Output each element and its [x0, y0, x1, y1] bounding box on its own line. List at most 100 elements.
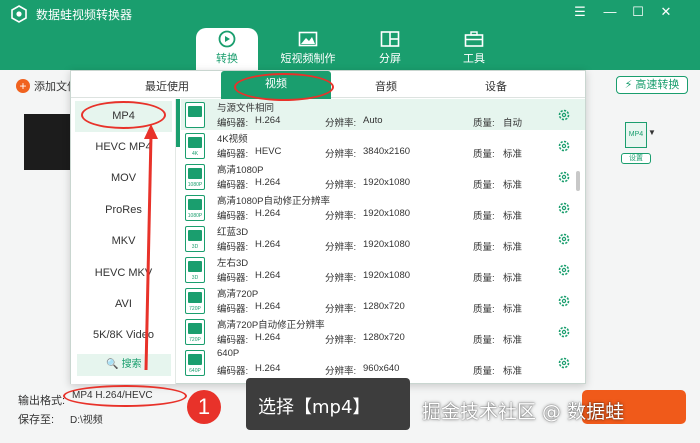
preset-name: 高清720P: [217, 289, 259, 300]
format-item-5k-8k-video[interactable]: 5K/8K Video: [75, 320, 172, 351]
format-search-button[interactable]: 🔍 搜索: [77, 354, 171, 376]
add-file-button[interactable]: + 添加文件: [16, 78, 78, 94]
format-settings-button[interactable]: 设置: [621, 153, 651, 164]
preset-row[interactable]: 4K 4K视频 编码器: HEVC 分辨率: 3840x2160 质量: 标准: [181, 130, 585, 161]
save-path-field[interactable]: D:\视频: [70, 411, 103, 426]
format-item-hevc-mkv[interactable]: HEVC MKV: [75, 258, 172, 289]
format-item-avi[interactable]: AVI: [75, 289, 172, 320]
nav-tab-label: 转换: [216, 53, 238, 65]
resolution-label: 分辨率:: [325, 149, 357, 160]
plus-icon: +: [16, 79, 30, 93]
tab-audio[interactable]: 音频: [375, 78, 397, 94]
quality-label: 质量:: [473, 273, 495, 284]
format-item-mkv[interactable]: MKV: [75, 226, 172, 257]
preset-row[interactable]: 640P 640P 编码器: H.264 分辨率: 960x640 质量: 标准: [181, 347, 585, 378]
preset-row[interactable]: 与源文件相同 编码器: H.264 分辨率: Auto 质量: 自动: [181, 99, 585, 130]
gear-icon[interactable]: [557, 108, 571, 122]
app-logo-icon: [11, 5, 27, 23]
quality-value: 标准: [503, 180, 523, 191]
video-3d-icon: 3D: [185, 257, 205, 283]
preset-name: 与源文件相同: [217, 103, 275, 114]
tab-recent[interactable]: 最近使用: [145, 78, 189, 94]
preset-row[interactable]: 1080P 高清1080P自动修正分辨率 编码器: H.264 分辨率: 1920x108…: [181, 192, 585, 223]
output-format-thumbnail[interactable]: MP4: [625, 122, 647, 148]
minimize-button[interactable]: —: [600, 4, 620, 19]
icon-screen: [188, 323, 202, 334]
icon-label: 1080P: [187, 213, 203, 219]
encoder-value: H.264: [255, 332, 281, 343]
quality-value: 标准: [503, 242, 523, 253]
resolution-value: 1920x1080: [363, 208, 411, 219]
icon-label: 720P: [189, 337, 201, 343]
icon-label: 3D: [191, 244, 199, 250]
nav-tab-split-screen[interactable]: 分屏: [360, 28, 420, 70]
tab-device[interactable]: 设备: [485, 78, 507, 94]
resolution-label: 分辨率:: [325, 242, 357, 253]
gear-icon[interactable]: [557, 139, 571, 153]
annotation-ring-output-format: [63, 385, 187, 407]
preset-row[interactable]: 3D 红蓝3D 编码器: H.264 分辨率: 1920x1080 质量: 标准: [181, 223, 585, 254]
icon-screen: [188, 292, 202, 303]
preset-name: 高清720P自动修正分辨率: [217, 320, 325, 331]
quality-label: 质量:: [473, 242, 495, 253]
encoder-label: 编码器:: [217, 149, 249, 160]
step-number-badge: 1: [187, 390, 221, 424]
nav-tab-convert[interactable]: 转换: [196, 28, 258, 70]
encoder-label: 编码器:: [217, 304, 249, 315]
preset-row[interactable]: 720P 高清720P 编码器: H.264 分辨率: 1280x720 质量: 标准: [181, 285, 585, 316]
icon-screen: [188, 137, 202, 148]
chevron-down-icon[interactable]: ▼: [648, 128, 656, 137]
format-item-prores[interactable]: ProRes: [75, 195, 172, 226]
format-list: MP4 HEVC MP4 MOV ProRes MKV HEVC MKV AVI…: [71, 99, 176, 384]
format-item-mov[interactable]: MOV: [75, 163, 172, 194]
video-640p-icon: 640P: [185, 350, 205, 376]
resolution-value: 960x640: [363, 363, 400, 374]
encoder-value: H.264: [255, 239, 281, 250]
watermark: 掘金技术社区 @ 数据蛙: [422, 401, 625, 423]
resolution-label: 分辨率:: [325, 335, 357, 346]
convert-icon: [218, 30, 236, 48]
preset-row[interactable]: 1080P 高清1080P 编码器: H.264 分辨率: 1920x1080 质量: 标准: [181, 161, 585, 192]
nav-tab-label: 短视频制作: [280, 53, 336, 65]
annotation-ring-mp4: [81, 101, 166, 129]
encoder-label: 编码器:: [217, 211, 249, 222]
toolbox-icon: [464, 31, 484, 47]
fast-convert-button[interactable]: ⚡ 高速转换: [616, 76, 688, 94]
resolution-label: 分辨率:: [325, 118, 357, 129]
preset-scrollbar[interactable]: [576, 171, 580, 191]
preset-name: 左右3D: [217, 258, 249, 269]
quality-label: 质量:: [473, 118, 495, 129]
gear-icon[interactable]: [557, 170, 571, 184]
preset-list: 与源文件相同 编码器: H.264 分辨率: Auto 质量: 自动 4K 4K视频 编码器: HE…: [181, 99, 585, 384]
gear-icon[interactable]: [557, 201, 571, 215]
nav-tab-tools[interactable]: 工具: [444, 28, 504, 70]
video-3d-icon: 3D: [185, 226, 205, 252]
preset-row[interactable]: 3D 左右3D 编码器: H.264 分辨率: 1920x1080 质量: 标准: [181, 254, 585, 285]
gear-icon[interactable]: [557, 325, 571, 339]
icon-label: 720P: [189, 306, 201, 312]
quality-value: 标准: [503, 211, 523, 222]
resolution-value: 1920x1080: [363, 270, 411, 281]
menu-icon[interactable]: ☰: [570, 4, 590, 20]
encoder-label: 编码器:: [217, 335, 249, 346]
maximize-button[interactable]: ☐: [628, 4, 648, 20]
nav-tab-short-video[interactable]: 短视频制作: [278, 28, 338, 70]
close-button[interactable]: ✕: [656, 4, 676, 20]
preset-row[interactable]: 720P 高清720P自动修正分辨率 编码器: H.264 分辨率: 1280x720 质量…: [181, 316, 585, 347]
photo-icon: [298, 31, 318, 47]
format-item-hevc-mp4[interactable]: HEVC MP4: [75, 132, 172, 163]
preset-name: 4K视频: [217, 134, 248, 145]
encoder-value: HEVC: [255, 146, 282, 157]
gear-icon[interactable]: [557, 232, 571, 246]
gear-icon[interactable]: [557, 356, 571, 370]
gear-icon[interactable]: [557, 263, 571, 277]
encoder-value: H.264: [255, 115, 281, 126]
resolution-label: 分辨率:: [325, 211, 357, 222]
encoder-value: H.264: [255, 177, 281, 188]
quality-label: 质量:: [473, 335, 495, 346]
encoder-value: H.264: [255, 363, 281, 374]
quality-value: 标准: [503, 304, 523, 315]
video-4k-icon: 4K: [185, 133, 205, 159]
gear-icon[interactable]: [557, 294, 571, 308]
file-copy-icon: [185, 102, 205, 128]
